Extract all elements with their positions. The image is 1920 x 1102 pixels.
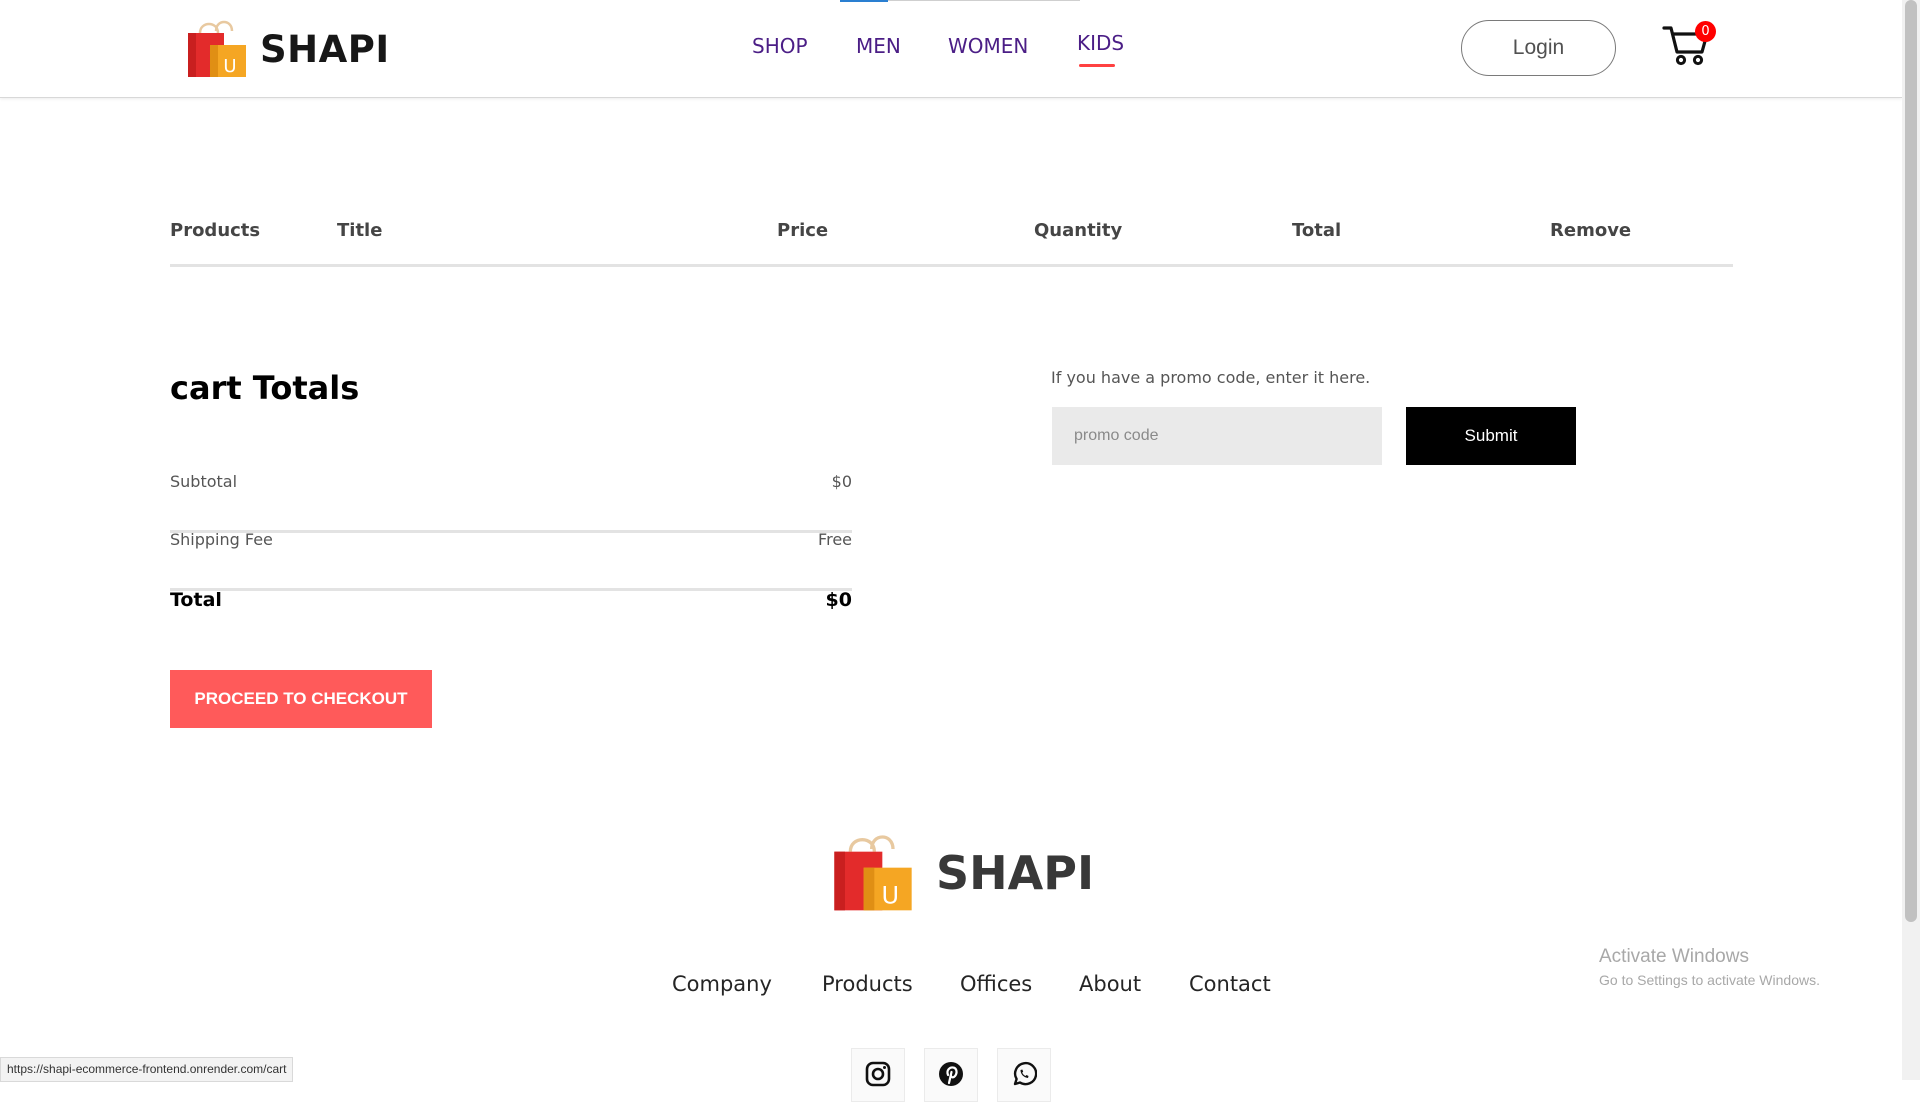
nav-shop[interactable]: SHOP [752, 34, 808, 58]
shipping-fee-label: Shipping Fee [170, 530, 273, 549]
footer-link-offices[interactable]: Offices [960, 972, 1032, 996]
activate-windows-subtitle: Go to Settings to activate Windows. [1599, 972, 1820, 988]
navbar: U SHAPI SHOP MEN WOMEN KIDS Login 0 [0, 0, 1902, 98]
browser-status-url: https://shapi-ecommerce-frontend.onrende… [0, 1057, 294, 1082]
shopping-bag-logo-icon: U [188, 20, 246, 77]
column-header-price: Price [777, 220, 829, 241]
column-header-products: Products [170, 220, 261, 241]
login-button[interactable]: Login [1461, 20, 1616, 76]
subtotal-row: Subtotal $0 [170, 472, 852, 533]
pinterest-icon [939, 1062, 963, 1086]
column-header-total: Total [1292, 220, 1342, 241]
svg-text:U: U [223, 56, 236, 77]
activate-windows-title: Activate Windows [1599, 946, 1749, 967]
footer-link-products[interactable]: Products [822, 972, 913, 996]
column-header-quantity: Quantity [1034, 220, 1123, 241]
subtotal-value: $0 [831, 472, 852, 491]
promo-prompt: If you have a promo code, enter it here. [1051, 368, 1371, 387]
cart-items-header: Products Title Price Quantity Total Remo… [170, 218, 1733, 267]
promo-code-input[interactable] [1052, 407, 1382, 465]
nav-women[interactable]: WOMEN [948, 34, 1028, 58]
column-header-title: Title [337, 220, 383, 241]
footer-link-company[interactable]: Company [672, 972, 772, 996]
subtotal-label: Subtotal [170, 472, 238, 491]
footer-shopping-bag-logo-icon: U [834, 835, 912, 911]
grand-total-label: Total [170, 589, 222, 611]
grand-total-row: Total $0 [170, 589, 852, 647]
whatsapp-link[interactable] [997, 1048, 1051, 1102]
nav-kids[interactable]: KIDS [1077, 31, 1125, 67]
column-header-remove: Remove [1550, 220, 1632, 241]
footer-brand-name: SHAPI [936, 846, 1095, 900]
footer-link-contact[interactable]: Contact [1189, 972, 1271, 996]
nav-men[interactable]: MEN [856, 34, 901, 58]
nav-logo[interactable]: U SHAPI [186, 19, 390, 79]
whatsapp-icon [1013, 1061, 1037, 1086]
shipping-fee-row: Shipping Fee Free [170, 530, 852, 591]
instagram-link[interactable] [851, 1048, 905, 1102]
proceed-to-checkout-button[interactable]: PROCEED TO CHECKOUT [170, 670, 432, 728]
pinterest-link[interactable] [924, 1048, 978, 1102]
page-loading-indicator [840, 0, 1080, 2]
footer-link-about[interactable]: About [1079, 972, 1141, 996]
cart-totals-title: cart Totals [170, 369, 360, 407]
shipping-fee-value: Free [818, 530, 852, 549]
active-nav-underline [1079, 64, 1115, 67]
cart-count-badge: 0 [1695, 21, 1716, 42]
instagram-icon [865, 1061, 891, 1087]
brand-name: SHAPI [260, 27, 390, 71]
nav-kids-label: KIDS [1077, 31, 1125, 55]
promo-submit-button[interactable]: Submit [1406, 407, 1576, 465]
footer-logo: U SHAPI [830, 833, 1094, 913]
grand-total-value: $0 [825, 589, 852, 611]
loading-accent [840, 0, 888, 2]
page-scrollbar-thumb[interactable] [1905, 0, 1917, 922]
svg-text:U: U [882, 882, 900, 910]
